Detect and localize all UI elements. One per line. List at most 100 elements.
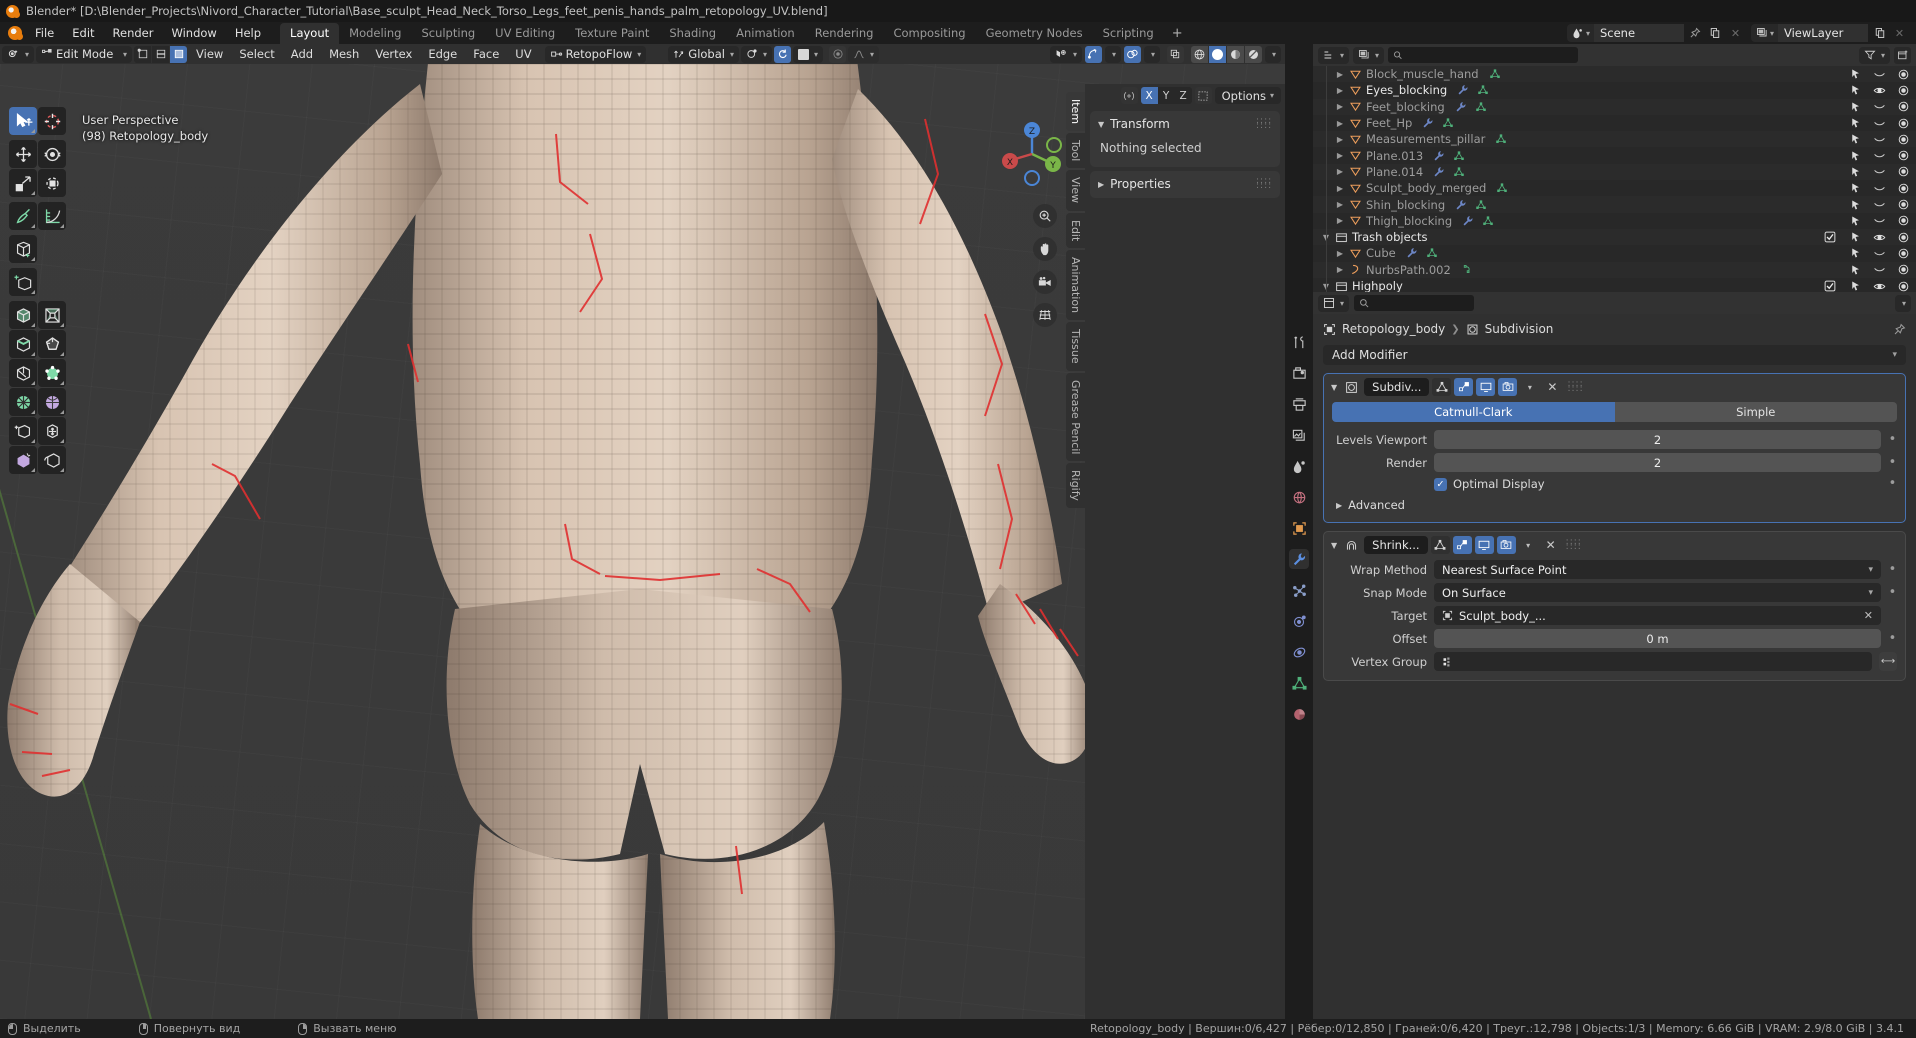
new-scene-icon[interactable] xyxy=(1707,24,1724,42)
outliner-row[interactable]: ▶ Sculpt_body_merged xyxy=(1313,180,1916,197)
hide-in-viewport-toggle-icon[interactable] xyxy=(1873,182,1886,195)
remove-view-layer-icon[interactable]: ✕ xyxy=(1891,24,1908,42)
disable-in-renders-toggle-icon[interactable] xyxy=(1897,84,1910,97)
sidebar-tab-tool[interactable]: Tool xyxy=(1066,133,1085,169)
tweak-tool-button[interactable] xyxy=(9,107,37,135)
invert-vertex-group-icon[interactable]: ⟷ xyxy=(1879,652,1897,671)
tab-world[interactable] xyxy=(1289,487,1309,507)
modifier-icon[interactable] xyxy=(1453,101,1469,113)
modifier-icon[interactable] xyxy=(1431,150,1447,162)
viewport-menu-mesh[interactable]: Mesh xyxy=(322,46,366,62)
properties-panel-header[interactable]: ▶ Properties :::::::: xyxy=(1098,177,1272,192)
navigation-gizmo[interactable]: Z Y X xyxy=(997,119,1067,189)
selectable-toggle-icon[interactable] xyxy=(1850,280,1862,292)
knife-tool-button[interactable] xyxy=(38,330,66,358)
hide-in-viewport-toggle-icon[interactable] xyxy=(1873,231,1886,244)
visibility-selector[interactable]: ▾ xyxy=(1049,45,1082,63)
mirror-z-button[interactable]: Z xyxy=(1174,87,1192,104)
chevron-down-icon[interactable]: ▼ xyxy=(1329,541,1339,550)
properties-search-input[interactable] xyxy=(1354,295,1475,311)
mesh-data-icon[interactable] xyxy=(1424,247,1440,259)
selectable-toggle-icon[interactable] xyxy=(1850,182,1862,194)
animate-property-icon[interactable]: • xyxy=(1888,433,1897,446)
mesh-data-icon[interactable] xyxy=(1440,117,1456,129)
disable-in-renders-toggle-icon[interactable] xyxy=(1897,68,1910,81)
mirror-x-button[interactable]: X xyxy=(1140,87,1158,104)
tab-material[interactable] xyxy=(1289,704,1309,724)
vertex-select-mode-button[interactable] xyxy=(134,45,152,63)
outliner-row[interactable]: ▶ Plane.013 xyxy=(1313,147,1916,164)
animate-property-icon[interactable]: • xyxy=(1888,563,1897,576)
topbar-blender-menu[interactable] xyxy=(4,26,26,40)
remove-modifier-button[interactable]: ✕ xyxy=(1544,380,1560,394)
mirror-y-button[interactable]: Y xyxy=(1157,87,1175,104)
viewport-menu-face[interactable]: Face xyxy=(466,46,506,62)
modifier-drag-handle[interactable]: :::::::: xyxy=(1567,380,1582,394)
outliner-row[interactable]: ▶ Plane.014 xyxy=(1313,163,1916,181)
remove-scene-icon[interactable]: ✕ xyxy=(1727,24,1744,42)
expand-toggle-icon[interactable]: ▶ xyxy=(1333,184,1347,193)
outliner-row[interactable]: ▶ Block_muscle_hand xyxy=(1313,66,1916,83)
viewport-menu-select[interactable]: Select xyxy=(232,46,281,62)
properties-options-menu[interactable]: ▾ xyxy=(1894,294,1911,312)
offset-value[interactable]: 0 m xyxy=(1434,629,1881,648)
modifier-extras-menu[interactable]: ▾ xyxy=(1519,536,1538,554)
animate-property-icon[interactable]: • xyxy=(1888,632,1897,645)
mesh-data-icon[interactable] xyxy=(1473,101,1489,113)
outliner-row[interactable]: ▶ Feet_Hp xyxy=(1313,114,1916,132)
expand-toggle-icon[interactable]: ▶ xyxy=(1333,200,1347,209)
modifier-icon[interactable] xyxy=(1460,215,1476,227)
vertex-group-field[interactable] xyxy=(1434,652,1872,671)
solid-shading-button[interactable] xyxy=(1208,45,1226,63)
tab-sculpting[interactable]: Sculpting xyxy=(411,23,485,44)
show-overlays-button[interactable] xyxy=(1123,45,1141,63)
hide-in-viewport-toggle-icon[interactable] xyxy=(1873,280,1886,293)
sidebar-tab-item[interactable]: Item xyxy=(1066,92,1085,132)
shrink-fatten-tool-button[interactable] xyxy=(38,388,66,416)
levels-viewport-value[interactable]: 2 xyxy=(1434,430,1881,449)
pin-properties-icon[interactable] xyxy=(1893,323,1906,336)
selectable-toggle-icon[interactable] xyxy=(1850,133,1862,145)
menu-window[interactable]: Window xyxy=(162,24,225,42)
outliner-row[interactable]: ▶ Thigh_blocking xyxy=(1313,212,1916,229)
remove-modifier-button[interactable]: ✕ xyxy=(1543,538,1559,552)
outliner-row[interactable]: ▼Trash objects xyxy=(1313,228,1916,246)
simple-button[interactable]: Simple xyxy=(1614,402,1897,422)
scale-tool-button[interactable] xyxy=(9,169,37,197)
disable-in-renders-toggle-icon[interactable] xyxy=(1897,133,1910,146)
pivot-point-selector[interactable]: ▾ xyxy=(740,45,772,63)
disable-in-renders-toggle-icon[interactable] xyxy=(1897,165,1910,178)
hide-in-viewport-toggle-icon[interactable] xyxy=(1873,68,1886,81)
modifier-icon[interactable] xyxy=(1420,117,1436,129)
wrap-method-dropdown[interactable]: Nearest Surface Point ▾ xyxy=(1434,560,1881,579)
render-levels-value[interactable]: 2 xyxy=(1434,453,1881,472)
extrude-region-tool-button[interactable] xyxy=(9,268,37,296)
pin-scene-icon[interactable] xyxy=(1687,24,1704,42)
toggle-orthographic-icon[interactable] xyxy=(1033,303,1057,327)
selectable-toggle-icon[interactable] xyxy=(1850,247,1862,259)
selectable-toggle-icon[interactable] xyxy=(1850,215,1862,227)
disable-in-renders-toggle-icon[interactable] xyxy=(1897,263,1910,276)
menu-render[interactable]: Render xyxy=(104,24,163,42)
add-modifier-button[interactable]: Add Modifier ▾ xyxy=(1323,345,1906,365)
viewport-options-button[interactable]: Options ▾ xyxy=(1214,87,1281,104)
mesh-data-icon[interactable] xyxy=(1473,199,1489,211)
proportional-falloff-selector[interactable]: ▾ xyxy=(848,45,880,63)
expand-toggle-icon[interactable]: ▶ xyxy=(1333,102,1347,111)
transform-orientation-selector[interactable]: Global ▾ xyxy=(668,45,739,63)
new-view-layer-icon[interactable] xyxy=(1871,24,1888,42)
disable-in-renders-toggle-icon[interactable] xyxy=(1897,214,1910,227)
disable-in-renders-toggle-icon[interactable] xyxy=(1897,280,1910,293)
panel-drag-handle[interactable]: :::::::: xyxy=(1256,117,1272,131)
disable-in-renders-toggle-icon[interactable] xyxy=(1897,182,1910,195)
sidebar-tab-edit[interactable]: Edit xyxy=(1066,212,1085,248)
target-object-field[interactable]: Sculpt_body_... ✕ xyxy=(1434,606,1881,625)
gizmo-settings-selector[interactable]: ▾ xyxy=(1104,45,1121,63)
mesh-data-icon[interactable] xyxy=(1494,182,1510,194)
sidebar-tab-grease-pencil[interactable]: Grease Pencil xyxy=(1066,372,1085,462)
outliner-row[interactable]: ▶ Eyes_blocking xyxy=(1313,82,1916,99)
expand-toggle-icon[interactable]: ▶ xyxy=(1333,70,1347,79)
expand-toggle-icon[interactable]: ▶ xyxy=(1333,249,1347,258)
mesh-data-icon[interactable] xyxy=(1493,133,1509,145)
outliner-search-input[interactable] xyxy=(1388,47,1579,63)
